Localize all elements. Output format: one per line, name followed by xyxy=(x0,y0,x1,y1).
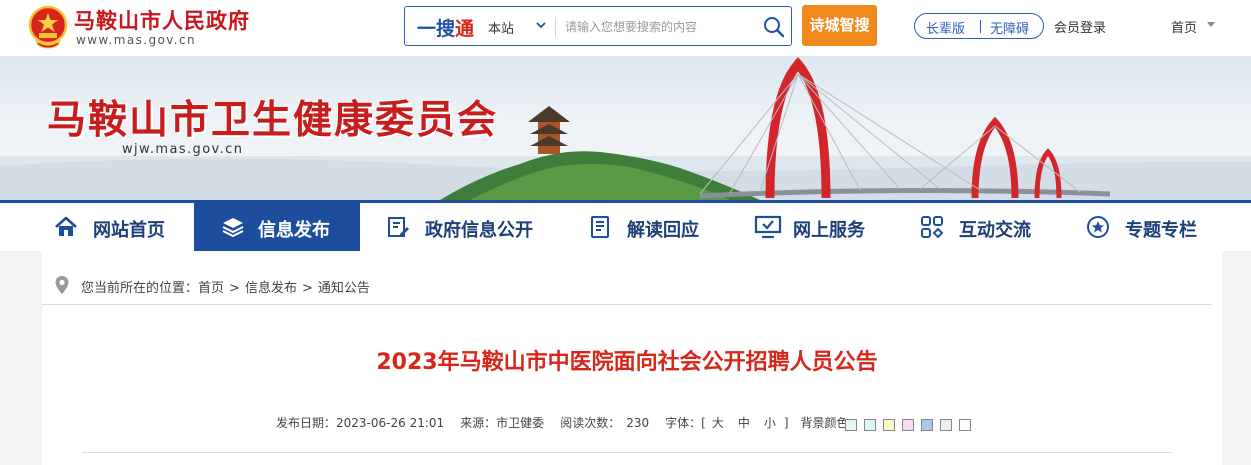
bg-swatch-blue[interactable] xyxy=(921,419,933,431)
search-scope-select[interactable]: 本站 xyxy=(488,18,514,37)
content-card: 您当前所在的位置：首页 > 信息发布 > 通知公告 2023年马鞍山市中医院面向社会公开… xyxy=(42,251,1222,465)
nav-item-online-service[interactable]: 网上服务 xyxy=(740,203,890,251)
search-logo-prefix: 一搜 xyxy=(417,18,456,40)
source-label: 来源： xyxy=(460,416,497,430)
publish-date-label: 发布日期： xyxy=(276,416,337,430)
location-pin-icon xyxy=(55,276,69,294)
main-nav: 网站首页 信息发布 政府信息公开 解读回应 网上服务 互动交流 专题专栏 xyxy=(0,200,1251,251)
banner-url: wjw.mas.gov.cn xyxy=(122,142,244,157)
search-box: 一搜通 本站 xyxy=(404,6,792,46)
breadcrumb-item-notices[interactable]: 通知公告 xyxy=(318,281,370,296)
nav-item-label: 网站首页 xyxy=(93,220,165,241)
nav-item-interpretation[interactable]: 解读回应 xyxy=(574,203,724,251)
nav-item-label: 信息发布 xyxy=(258,220,330,241)
file-list-icon xyxy=(591,216,609,238)
nav-item-home[interactable]: 网站首页 xyxy=(40,203,190,251)
member-login-link[interactable]: 会员登录 xyxy=(1054,17,1106,36)
breadcrumb-separator: > xyxy=(229,281,240,296)
nav-item-label: 解读回应 xyxy=(627,220,699,241)
home-dropdown[interactable]: 首页 xyxy=(1171,17,1197,36)
bg-swatch-pink[interactable] xyxy=(902,419,914,431)
font-size-medium[interactable]: 中 xyxy=(738,416,750,430)
article-title: 2023年马鞍山市中医院面向社会公开招聘人员公告 xyxy=(376,350,878,375)
national-emblem-icon xyxy=(28,5,68,49)
interaction-icon xyxy=(921,216,944,239)
elder-mode-link[interactable]: 长辈版 xyxy=(926,18,965,37)
nav-item-info-release[interactable]: 信息发布 xyxy=(194,203,360,251)
search-logo: 一搜通 xyxy=(417,14,474,41)
search-input[interactable] xyxy=(565,16,755,38)
chevron-down-icon[interactable] xyxy=(535,19,547,31)
nav-item-label: 专题专栏 xyxy=(1125,220,1197,241)
views-count: 230 xyxy=(626,416,650,430)
smart-search-button[interactable]: 诗城智搜 xyxy=(802,5,877,46)
views-label: 阅读次数： xyxy=(560,416,621,430)
breadcrumb-divider xyxy=(42,304,1212,305)
bg-swatch-cyan[interactable] xyxy=(845,419,857,431)
nav-item-interaction[interactable]: 互动交流 xyxy=(906,203,1056,251)
accessible-link[interactable]: 无障碍 xyxy=(990,18,1029,37)
bg-swatch-aqua[interactable] xyxy=(864,419,876,431)
home-icon xyxy=(55,216,77,236)
bg-swatch-white[interactable] xyxy=(959,419,971,431)
nav-item-label: 互动交流 xyxy=(959,220,1031,241)
meta-divider xyxy=(82,452,1172,453)
banner-title: 马鞍山市卫生健康委员会 xyxy=(47,98,499,143)
document-edit-icon xyxy=(388,217,409,237)
star-circle-icon xyxy=(1087,216,1109,238)
bg-swatch-yellow[interactable] xyxy=(883,419,895,431)
search-logo-suffix: 通 xyxy=(455,18,475,40)
breadcrumb: 您当前所在的位置：首页 > 信息发布 > 通知公告 xyxy=(81,277,370,296)
search-divider xyxy=(555,17,556,37)
nav-item-label: 网上服务 xyxy=(793,220,865,241)
top-bar: 马鞍山市人民政府 www.mas.gov.cn 一搜通 本站 诗城智搜 长辈版 … xyxy=(0,0,1251,56)
accessibility-pill: 长辈版 无障碍 xyxy=(914,13,1044,39)
pill-separator xyxy=(980,20,981,33)
breadcrumb-item-home[interactable]: 首页 xyxy=(198,281,224,296)
source-value: 市卫健委 xyxy=(496,416,545,430)
search-icon[interactable] xyxy=(762,15,786,39)
font-size-close-bracket: ] xyxy=(783,416,789,430)
bg-swatch-gray[interactable] xyxy=(940,419,952,431)
publish-date: 2023-06-26 21:01 xyxy=(336,416,445,430)
nav-item-label: 政府信息公开 xyxy=(425,220,533,241)
gov-site-name[interactable]: 马鞍山市人民政府 xyxy=(74,5,250,35)
gov-site-url: www.mas.gov.cn xyxy=(76,33,197,47)
nav-item-special-topics[interactable]: 专题专栏 xyxy=(1072,203,1222,251)
caret-down-icon[interactable] xyxy=(1207,22,1215,27)
article-meta: 发布日期：2023-06-26 21:01 来源：市卫健委 阅读次数： 230 字体：[… xyxy=(276,414,869,431)
font-size-label: 字体： xyxy=(665,416,702,430)
breadcrumb-prefix: 您当前所在的位置： xyxy=(81,281,199,296)
layers-icon xyxy=(222,218,244,238)
font-size-small[interactable]: 小 xyxy=(764,416,776,430)
breadcrumb-item-info-release[interactable]: 信息发布 xyxy=(245,281,297,296)
font-size-open-bracket: [ xyxy=(701,416,706,430)
breadcrumb-separator: > xyxy=(301,281,313,296)
monitor-check-icon xyxy=(754,215,782,239)
bg-color-swatches xyxy=(845,416,978,431)
nav-item-gov-info[interactable]: 政府信息公开 xyxy=(372,203,552,251)
font-size-large[interactable]: 大 xyxy=(712,416,724,430)
banner: 马鞍山市卫生健康委员会 wjw.mas.gov.cn xyxy=(0,56,1251,200)
